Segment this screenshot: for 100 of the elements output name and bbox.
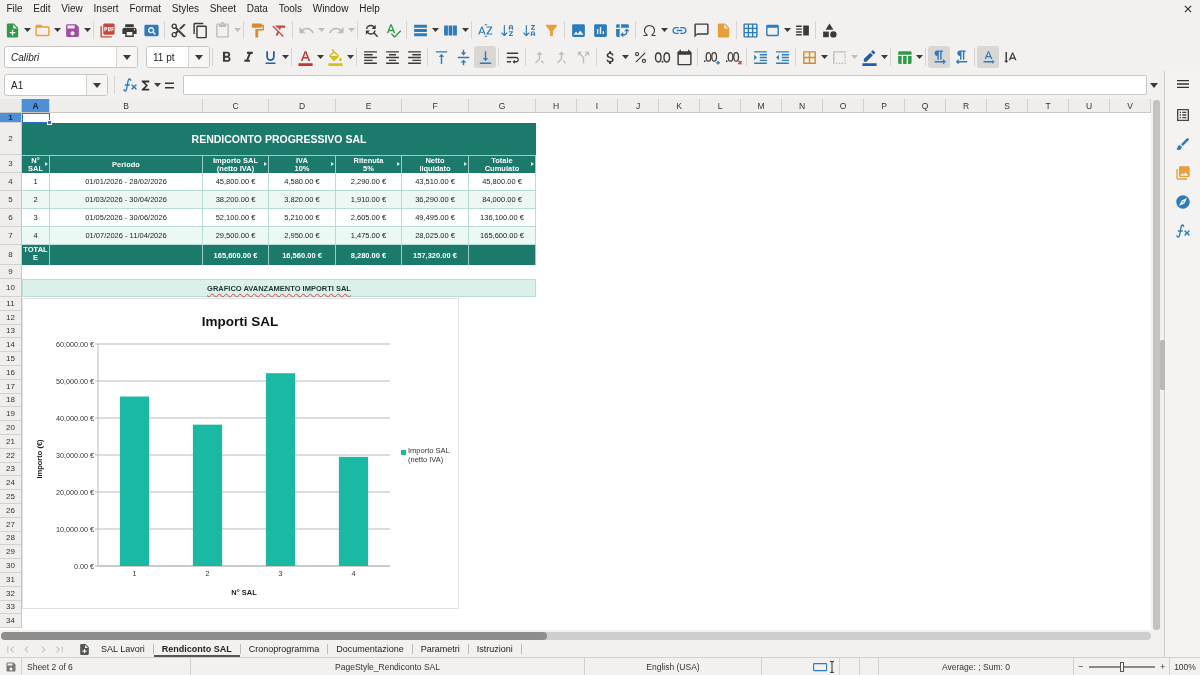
menu-item[interactable]: Styles [166, 0, 205, 17]
column-header[interactable]: K [659, 99, 700, 113]
column-header[interactable]: Q [905, 99, 946, 113]
column-header[interactable]: O [823, 99, 864, 113]
menu-item[interactable]: Data [241, 0, 274, 17]
caret-down-icon[interactable] [1149, 82, 1158, 88]
column-header[interactable]: F [402, 99, 469, 113]
column-header[interactable]: C [203, 99, 269, 113]
menu-item[interactable]: Format [124, 0, 167, 17]
scrollbar-thumb[interactable] [1153, 100, 1160, 630]
caret-down-icon[interactable] [316, 55, 324, 59]
align-right-icon[interactable] [405, 48, 423, 66]
align-center-icon[interactable] [383, 48, 401, 66]
column-header[interactable]: A [22, 99, 50, 113]
grid-icon[interactable] [741, 21, 759, 39]
row-header[interactable]: 34 [0, 614, 22, 629]
image-icon[interactable] [569, 21, 587, 39]
omega-icon[interactable] [641, 22, 657, 38]
scrollbar-thumb[interactable] [1, 631, 547, 640]
column-header[interactable]: J [618, 99, 659, 113]
pdf-icon[interactable] [98, 21, 116, 39]
horizontal-scrollbar[interactable] [1, 631, 1151, 640]
caret-down-icon[interactable] [83, 28, 91, 32]
column-header[interactable]: N [782, 99, 823, 113]
zoom-in-icon[interactable] [1158, 661, 1166, 672]
caret-down-icon[interactable] [23, 28, 31, 32]
selection-mode-icon[interactable] [813, 660, 835, 673]
sheet-tab[interactable]: SAL Lavori [93, 641, 153, 657]
sheet-tab[interactable]: Documentazione [328, 641, 412, 657]
percent-icon[interactable] [632, 49, 648, 65]
save-icon[interactable] [63, 21, 81, 39]
column-header[interactable]: M [741, 99, 782, 113]
row-header[interactable]: 19 [0, 407, 22, 422]
caret-down-icon[interactable] [53, 28, 61, 32]
column-header[interactable]: G [469, 99, 536, 113]
column-header[interactable]: V [1110, 99, 1151, 113]
menu-item[interactable]: Tools [273, 0, 308, 17]
comment-icon[interactable] [692, 21, 710, 39]
pencil-line-icon[interactable] [860, 48, 878, 66]
column-header[interactable]: E [336, 99, 402, 113]
dropdown-button[interactable] [116, 47, 137, 67]
font-size-field[interactable]: 11 pt [146, 46, 210, 68]
zoom-slider-thumb[interactable] [1119, 661, 1124, 672]
shapes-icon[interactable] [820, 21, 838, 39]
column-header[interactable]: L [700, 99, 741, 113]
menu-item[interactable]: File [1, 0, 28, 17]
align-left-icon[interactable] [361, 48, 379, 66]
caret-down-icon[interactable] [660, 28, 668, 32]
menu-item[interactable]: Window [307, 0, 354, 17]
row-header[interactable]: 1 [0, 113, 22, 123]
row-header[interactable]: 24 [0, 476, 22, 491]
function-icon[interactable] [1174, 223, 1191, 239]
sheet-tab[interactable]: Cronoprogramma [240, 641, 328, 657]
row-header[interactable]: 8 [0, 245, 22, 265]
caret-down-icon[interactable] [461, 28, 469, 32]
row-header[interactable]: 3 [0, 155, 22, 173]
column-header[interactable]: B [50, 99, 203, 113]
dropdown-button[interactable] [86, 75, 107, 95]
row-header[interactable]: 6 [0, 209, 22, 227]
bar-chart-icon[interactable] [591, 21, 609, 39]
sheet-tab[interactable]: Parametri [412, 641, 468, 657]
list-icon[interactable] [1174, 107, 1191, 123]
equals-icon[interactable] [165, 81, 174, 89]
menu-item[interactable]: Help [353, 0, 386, 17]
caret-down-icon[interactable] [195, 54, 203, 60]
indent-decrease-icon[interactable] [773, 48, 791, 66]
sort-descending-icon[interactable] [521, 22, 537, 38]
indent-increase-icon[interactable] [751, 48, 769, 66]
menu-item[interactable]: Sheet [204, 0, 242, 17]
caret-down-icon[interactable] [820, 55, 828, 59]
copy-icon[interactable] [191, 21, 209, 39]
caret-down-icon[interactable] [153, 83, 161, 87]
caret-down-icon[interactable] [783, 28, 791, 32]
row-header[interactable]: 30 [0, 559, 22, 573]
column-header[interactable]: S [987, 99, 1028, 113]
sort-icon[interactable] [476, 21, 494, 39]
row-header[interactable]: 11 [0, 297, 22, 311]
column-header[interactable]: I [577, 99, 618, 113]
name-box[interactable]: A1 [4, 74, 108, 96]
caret-down-icon[interactable] [880, 55, 888, 59]
formula-input[interactable] [183, 75, 1147, 95]
font-name-field[interactable]: Calibri [4, 46, 138, 68]
menu-item[interactable]: View [55, 0, 89, 17]
caret-down-icon[interactable] [621, 55, 629, 59]
column-header[interactable]: U [1069, 99, 1110, 113]
row-header[interactable]: 10 [0, 279, 22, 297]
column-header[interactable]: D [269, 99, 336, 113]
dropdown-button[interactable] [188, 47, 209, 67]
caret-down-icon[interactable] [346, 55, 354, 59]
square-handle-icon[interactable] [47, 120, 52, 125]
column-header[interactable]: H [536, 99, 577, 113]
save-icon[interactable] [4, 660, 17, 673]
caret-down-icon[interactable] [123, 54, 131, 60]
add-sheet-icon[interactable] [78, 642, 91, 656]
row-header[interactable]: 15 [0, 352, 22, 366]
row-header[interactable]: 5 [0, 191, 22, 209]
sidebar-collapse-handle[interactable] [1160, 340, 1165, 390]
menu-item[interactable]: Edit [27, 0, 56, 17]
sheet-tab[interactable]: Istruzioni [468, 641, 521, 657]
row-header[interactable]: 14 [0, 338, 22, 353]
